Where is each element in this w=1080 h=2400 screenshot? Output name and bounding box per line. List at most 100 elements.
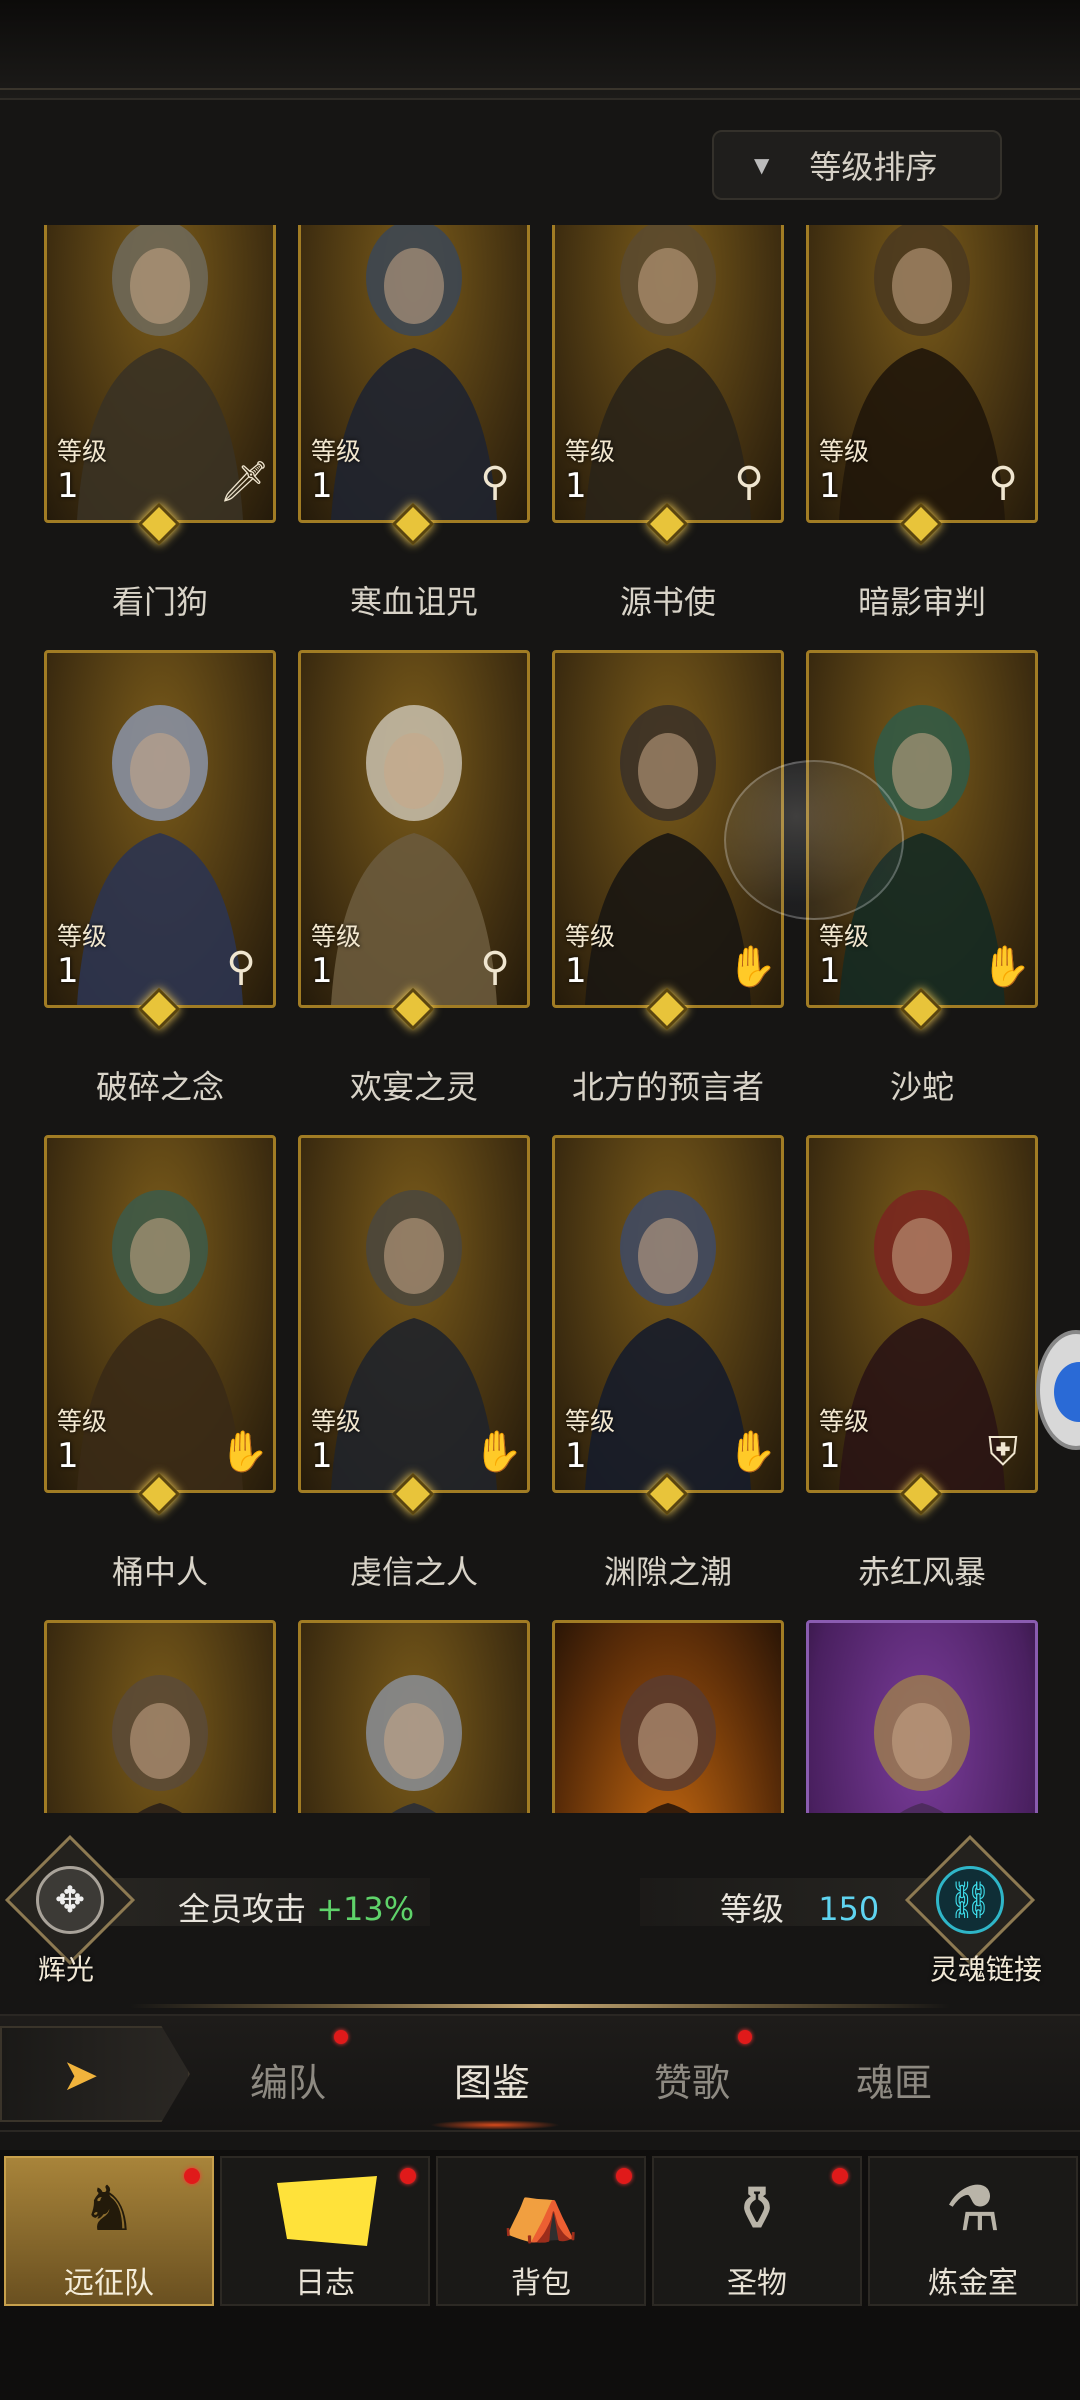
- soul-link-icon: ⛓: [936, 1866, 1004, 1934]
- hero-level-value: 1: [311, 951, 333, 991]
- hero-collection-grid[interactable]: 等级 1 🗡 看门狗 等级 1 ⚲ 寒血诅咒 等级 1 ⚲ 源书使 等级 1 ⚲ 暗影审判 等级 1 ⚲ 破碎之念 等级…: [0, 225, 1080, 1813]
- nav-backpack-label: 背包: [511, 2266, 571, 2301]
- attack-bonus-text: 全员攻击 +13%: [178, 1884, 414, 1930]
- tab-formation-alert-dot: [334, 2030, 348, 2044]
- radiance-caption: 辉光: [38, 1953, 95, 1986]
- hero-card[interactable]: 等级 1 🗡 看门狗: [44, 225, 276, 621]
- hero-level-value: 1: [565, 466, 587, 506]
- hand-icon: ✋: [981, 944, 1031, 990]
- staff-icon: ⚲: [480, 944, 510, 990]
- hero-level-label: 等级: [311, 922, 362, 951]
- hero-level-value: 1: [57, 466, 79, 506]
- bottom-navigation: ♞ 远征队 日志 ⛺ 背包 ⚱ 圣物 ⚗ 炼金室: [0, 2150, 1080, 2400]
- hero-level-label: 等级: [565, 1407, 616, 1436]
- sort-by-level-button[interactable]: ▼ 等级排序: [712, 130, 1002, 200]
- nav-relics[interactable]: ⚱ 圣物: [652, 2156, 862, 2306]
- hero-card[interactable]: 等级 1 ✋ 虔信之人: [298, 1135, 530, 1591]
- hand-icon: ✋: [219, 1429, 269, 1475]
- hero-portrait: [112, 1675, 208, 1813]
- hero-name: 桶中人: [111, 1553, 208, 1591]
- helmet-icon: ♞: [81, 2172, 137, 2245]
- top-frame: [0, 0, 1080, 100]
- nav-journal[interactable]: 日志: [220, 2156, 430, 2306]
- nav-alchemy-label: 炼金室: [928, 2266, 1018, 2301]
- nav-expedition-label: 远征队: [64, 2266, 154, 2301]
- total-level-value: 150: [818, 1890, 880, 1928]
- hero-card-frame: 等级 1 ⚲: [298, 225, 530, 523]
- hero-level-label: 等级: [57, 922, 108, 951]
- nav-expedition[interactable]: ♞ 远征队: [4, 2156, 214, 2306]
- nav-relics-alert-dot: [832, 2168, 848, 2184]
- staff-icon: ⚲: [480, 459, 510, 505]
- hero-name: 虔信之人: [349, 1553, 478, 1591]
- hero-card[interactable]: 等级 1 ⚲ 源书使: [552, 225, 784, 621]
- tab-hymn-alert-dot: [738, 2030, 752, 2044]
- hero-level-label: 等级: [57, 1407, 108, 1436]
- floating-bubble[interactable]: [724, 760, 904, 920]
- hero-name: 看门狗: [111, 583, 208, 621]
- hero-card[interactable]: 等级1🗡: [806, 1620, 1038, 1813]
- compass-icon: ✥: [36, 1866, 104, 1934]
- hero-level-label: 等级: [819, 437, 870, 466]
- hand-icon: ✋: [727, 944, 777, 990]
- relic-icon: ⚱: [731, 2172, 783, 2245]
- nav-backpack-alert-dot: [616, 2168, 632, 2184]
- tab-formation[interactable]: 编队: [250, 2052, 326, 2107]
- hero-card[interactable]: 等级 1 ⚲ 破碎之念: [44, 650, 276, 1106]
- sword-icon: 🗡: [219, 459, 270, 505]
- hero-card[interactable]: 等级 1 ✋ 桶中人: [44, 1135, 276, 1591]
- staff-icon: ⚲: [988, 459, 1018, 505]
- hero-card-frame: 等级1 🗡: [44, 225, 276, 523]
- hero-card-frame: 等级 1 ⚲: [806, 225, 1038, 523]
- hero-card[interactable]: 等级 1 ⚲ 暗影审判: [806, 225, 1038, 621]
- nav-journal-alert-dot: [400, 2168, 416, 2184]
- backpack-icon: ⛺: [502, 2172, 580, 2245]
- hero-name: 北方的预言者: [571, 1068, 764, 1106]
- hero-portrait: [620, 1675, 716, 1813]
- divider: [130, 2004, 950, 2008]
- tab-soul-box[interactable]: 魂匣: [856, 2052, 932, 2107]
- hero-level-value: 1: [565, 951, 587, 991]
- hero-level-value: 1: [565, 1436, 587, 1476]
- hero-card[interactable]: 等级1⛨: [298, 1620, 530, 1813]
- active-tab-indicator: [430, 2120, 560, 2130]
- arrow-diamond-icon: ➤: [62, 2050, 99, 2101]
- hero-level-label: 等级: [57, 437, 108, 466]
- staff-icon: ⚲: [734, 459, 764, 505]
- hero-card-frame: 等级 1 ⚲: [44, 650, 276, 1008]
- nav-backpack[interactable]: ⛺ 背包: [436, 2156, 646, 2306]
- tab-codex[interactable]: 图鉴: [454, 2052, 530, 2107]
- hero-level-label: 等级: [311, 1407, 362, 1436]
- hero-portrait: [874, 1675, 970, 1813]
- attack-value: +13%: [316, 1890, 415, 1928]
- total-level-label: 等级: [720, 1890, 785, 1928]
- hero-level-label: 等级: [565, 437, 616, 466]
- soul-link-emblem[interactable]: ⛓ 灵魂链接: [904, 1834, 1042, 1986]
- hero-name: 欢宴之灵: [349, 1068, 478, 1106]
- attack-label: 全员攻击: [178, 1890, 307, 1928]
- hero-level-label: 等级: [311, 437, 362, 466]
- hero-card[interactable]: 等级 1 ⚲ 寒血诅咒: [298, 225, 530, 621]
- hero-name: 寒血诅咒: [349, 583, 478, 621]
- hero-card[interactable]: 等级 1 ⚲ 欢宴之灵: [298, 650, 530, 1106]
- total-level-text: 等级 150: [720, 1884, 879, 1930]
- hero-card[interactable]: 等级1⛨: [552, 1620, 784, 1813]
- hero-card[interactable]: 等级1⛨: [44, 1620, 276, 1813]
- nav-alchemy[interactable]: ⚗ 炼金室: [868, 2156, 1078, 2306]
- hero-name: 渊隙之潮: [603, 1553, 732, 1591]
- hero-card-frame: 等级 1 ✋: [44, 1135, 276, 1493]
- tab-hymn[interactable]: 赞歌: [654, 2052, 730, 2107]
- sort-label: 等级排序: [809, 148, 938, 186]
- radiance-emblem[interactable]: ✥ 辉光: [4, 1834, 136, 1986]
- hero-card-frame: 等级 1 ✋: [298, 1135, 530, 1493]
- hero-card-frame: 等级 1 ⚲: [552, 225, 784, 523]
- hero-card[interactable]: 等级 1 ⛨ 赤红风暴: [806, 1135, 1038, 1591]
- hero-level-value: 1: [311, 466, 333, 506]
- nav-relics-label: 圣物: [727, 2266, 787, 2301]
- back-button[interactable]: ➤: [0, 2026, 190, 2122]
- hero-card-frame: 等级 1 ✋: [552, 1135, 784, 1493]
- hero-card[interactable]: 等级 1 ✋ 渊隙之潮: [552, 1135, 784, 1591]
- nav-journal-label: 日志: [295, 2266, 355, 2301]
- hero-portrait: [366, 1675, 462, 1813]
- hero-card-frame: 等级 1 ⚲: [298, 650, 530, 1008]
